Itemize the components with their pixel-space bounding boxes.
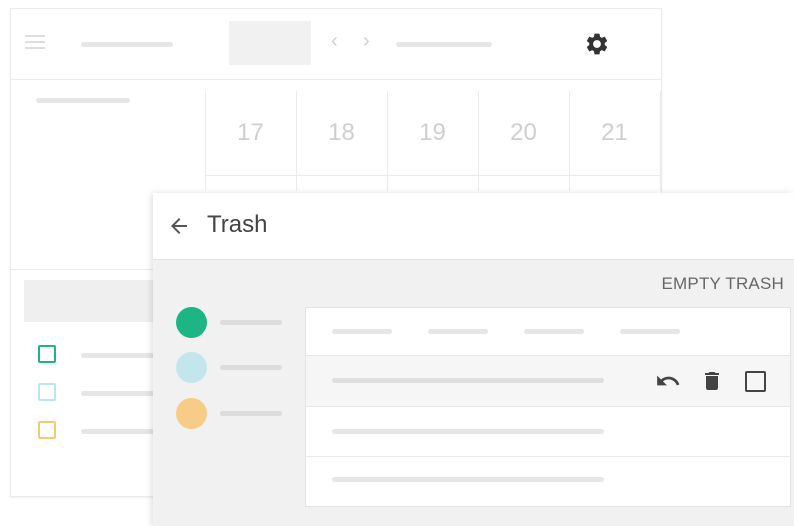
back-arrow-icon[interactable] — [167, 214, 191, 243]
label-placeholder — [220, 365, 282, 370]
column-header-placeholder — [428, 329, 488, 334]
label-placeholder — [220, 411, 282, 416]
undo-icon[interactable] — [655, 368, 681, 399]
day-number: 18 — [328, 119, 355, 146]
column-header-placeholder — [524, 329, 584, 334]
page-title: Trash — [207, 211, 268, 238]
label-color-dot[interactable] — [176, 352, 207, 383]
delete-icon[interactable] — [700, 368, 724, 399]
menu-icon[interactable] — [25, 35, 45, 53]
label-color-dot[interactable] — [176, 307, 207, 338]
calendar-checkbox-1[interactable] — [38, 345, 56, 363]
column-header-placeholder — [620, 329, 680, 334]
day-number: 20 — [510, 119, 537, 146]
row-text-placeholder — [332, 429, 604, 434]
day-number: 17 — [237, 119, 264, 146]
sidebar-heading-placeholder — [36, 98, 130, 103]
label-placeholder — [220, 320, 282, 325]
calendar-label-placeholder — [81, 391, 161, 396]
label-color-dot[interactable] — [176, 398, 207, 429]
today-button[interactable] — [229, 21, 311, 65]
row-text-placeholder — [332, 477, 604, 482]
gear-icon[interactable] — [584, 31, 610, 62]
row-text-placeholder — [332, 378, 604, 383]
chevron-right-icon[interactable]: › — [363, 30, 370, 53]
checkbox-icon[interactable] — [745, 371, 766, 392]
day-number: 21 — [601, 119, 628, 146]
column-header-placeholder — [332, 329, 392, 334]
app-title-placeholder — [81, 42, 173, 47]
row-divider — [306, 456, 790, 457]
chevron-left-icon[interactable]: ‹ — [331, 30, 338, 53]
trash-item-list — [305, 307, 791, 507]
empty-trash-button[interactable]: EMPTY TRASH — [662, 274, 785, 294]
table-row[interactable] — [306, 355, 790, 407]
date-range-placeholder — [396, 42, 492, 47]
week-grid: 17 18 19 20 21 — [205, 91, 661, 191]
trash-panel: Trash EMPTY TRASH — [153, 193, 794, 526]
calendar-label-placeholder — [81, 429, 161, 434]
trash-header: Trash — [153, 193, 794, 260]
calendar-header: ‹ › — [11, 9, 661, 80]
day-number: 19 — [419, 119, 446, 146]
calendar-label-placeholder — [81, 353, 161, 358]
calendar-checkbox-3[interactable] — [38, 421, 56, 439]
calendar-checkbox-2[interactable] — [38, 383, 56, 401]
